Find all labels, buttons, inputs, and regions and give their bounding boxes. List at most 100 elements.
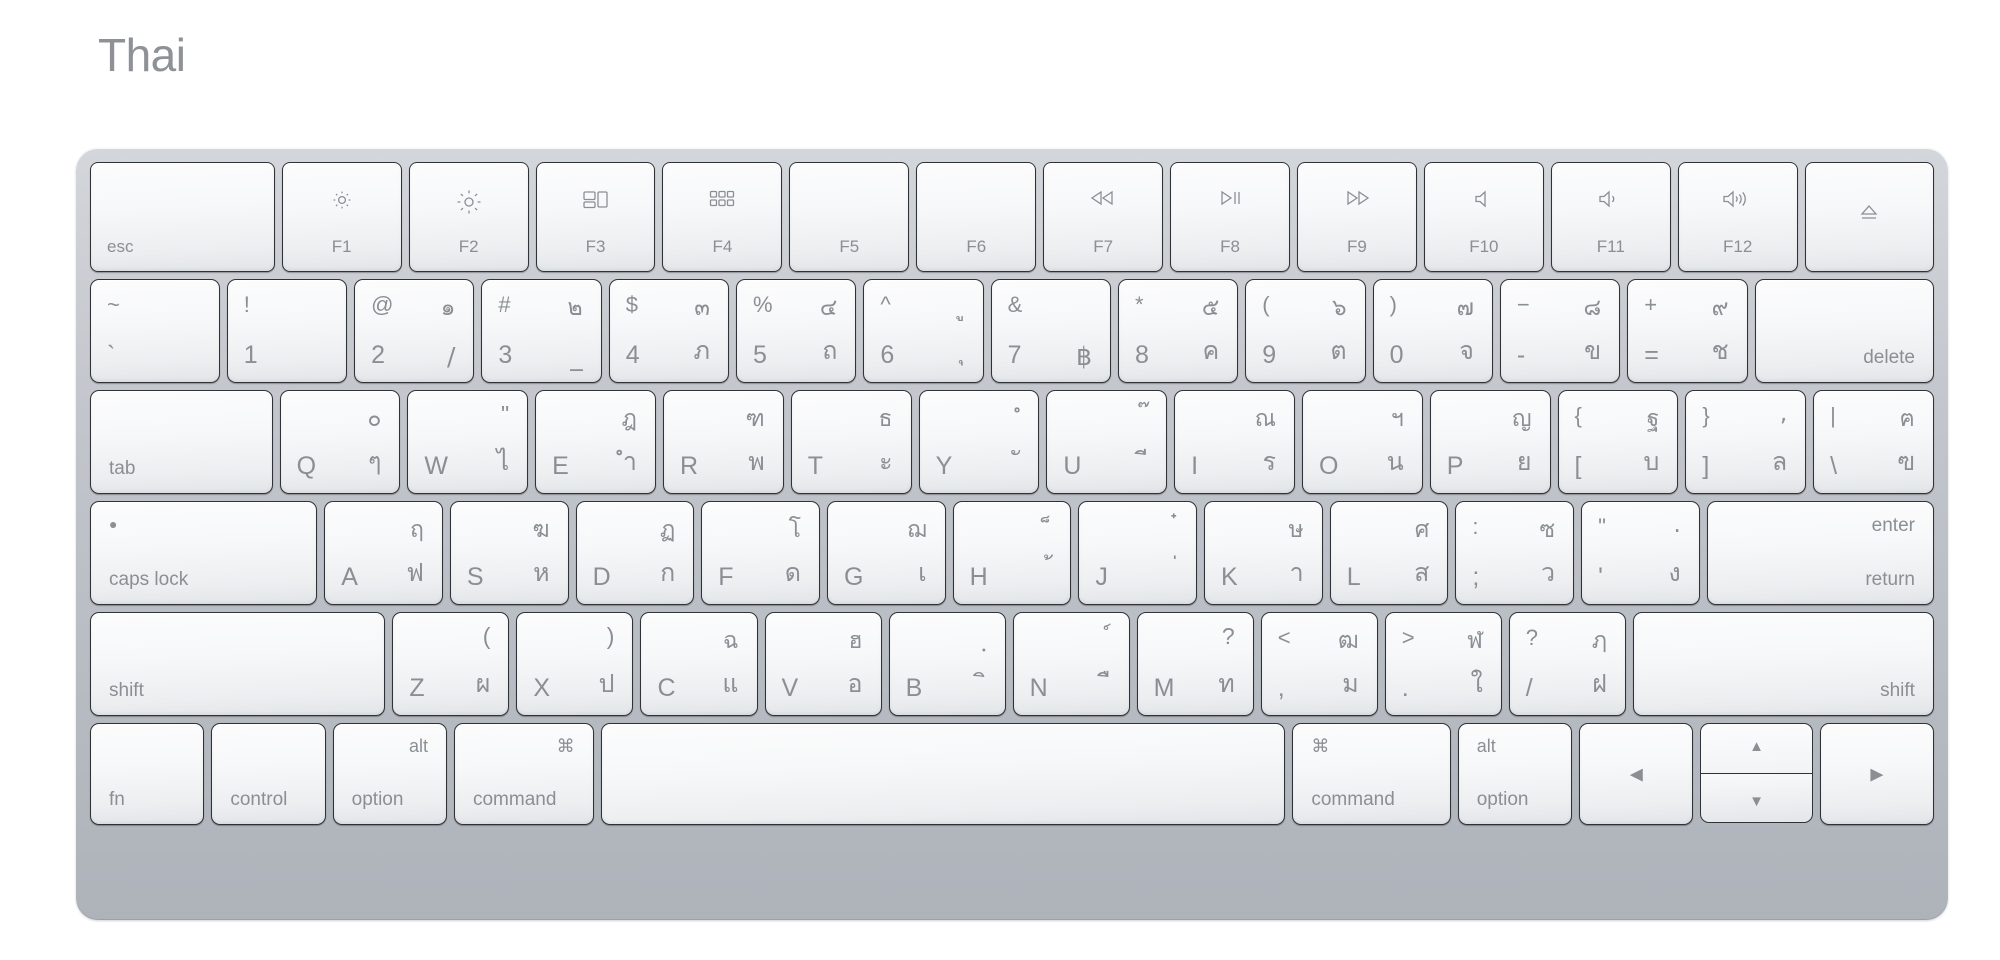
key-comma[interactable]: < ฒ , ม: [1260, 612, 1378, 716]
key-f[interactable]: โ F ด: [701, 501, 820, 605]
key-f1[interactable]: F1: [281, 162, 402, 272]
key-w[interactable]: " W ไ: [407, 390, 529, 494]
key-return[interactable]: enter return: [1706, 501, 1934, 605]
key-g-base: G: [843, 563, 864, 591]
key-5[interactable]: % ๔ 5 ถ: [736, 279, 857, 383]
key-y[interactable]: ํ Y ั: [918, 390, 1040, 494]
key-semicolon[interactable]: : ซ ; ว: [1455, 501, 1575, 605]
key-m[interactable]: ? M ท: [1136, 612, 1254, 716]
key-l-thai-base: ส: [1414, 558, 1430, 587]
key-e[interactable]: ฎ E ำ: [535, 390, 656, 494]
key-p[interactable]: ญ P ย: [1429, 390, 1551, 494]
key-1[interactable]: ! 1: [226, 279, 348, 383]
key-arrow-up[interactable]: ▲: [1700, 723, 1813, 773]
key-5-base: 5: [753, 341, 767, 369]
key-s-thai-base: ห: [533, 558, 550, 587]
key-eject[interactable]: [1804, 162, 1934, 272]
key-fn[interactable]: fn: [90, 723, 205, 825]
key-6[interactable]: ^ ู 6 ุ: [863, 279, 984, 383]
key-0[interactable]: ) ๗ 0 จ: [1372, 279, 1493, 383]
key-shift-left[interactable]: shift: [90, 612, 386, 716]
key-capslock[interactable]: ● caps lock: [90, 501, 318, 605]
key-f10[interactable]: F10: [1423, 162, 1544, 272]
key-bracketright[interactable]: } , ] ล: [1685, 390, 1807, 494]
key-n[interactable]: ์ N ื: [1012, 612, 1130, 716]
key-a[interactable]: ฤ A ฟ: [324, 501, 443, 605]
key-8[interactable]: * ๕ 8 ค: [1117, 279, 1239, 383]
key-option-right-label: option: [1476, 789, 1529, 810]
key-bracketleft[interactable]: { ฐ [ บ: [1557, 390, 1679, 494]
key-space[interactable]: [600, 723, 1286, 825]
key-9[interactable]: ( ๖ 9 ต: [1245, 279, 1366, 383]
key-u[interactable]: ๊ U ี: [1046, 390, 1168, 494]
key-f2[interactable]: F2: [408, 162, 529, 272]
key-i-thai-base: ร: [1262, 447, 1276, 476]
key-f4[interactable]: F4: [662, 162, 783, 272]
key-c[interactable]: ฉ C แ: [640, 612, 758, 716]
key-l[interactable]: ศ L ส: [1329, 501, 1449, 605]
key-b[interactable]: ฺ B ิ: [888, 612, 1006, 716]
key-3[interactable]: # ๒ 3 _: [481, 279, 602, 383]
q-key-row: tab ๐ Q ๆ " W ไ ฎ E ำ ฑ R พ ธ T ะ Y U ณ …: [90, 390, 1934, 494]
key-backslash[interactable]: | ฅ \ ฃ: [1813, 390, 1934, 494]
key-period-thai-shift: ฬ: [1467, 628, 1483, 654]
key-delete[interactable]: delete: [1754, 279, 1934, 383]
key-f7[interactable]: F7: [1043, 162, 1164, 272]
key-y-base: Y: [935, 452, 953, 480]
key-h[interactable]: ็ H ้: [952, 501, 1072, 605]
key-command-right[interactable]: ⌘ command: [1292, 723, 1451, 825]
key-backquote[interactable]: ~ `: [90, 279, 220, 383]
key-quote[interactable]: " . ' ง: [1581, 501, 1700, 605]
key-4[interactable]: $ ๓ 4 ภ: [608, 279, 730, 383]
key-esc[interactable]: esc: [90, 162, 275, 272]
key-q[interactable]: ๐ Q ๆ: [279, 390, 401, 494]
key-r[interactable]: ฑ R พ: [662, 390, 784, 494]
key-slash[interactable]: ? ฦ / ฝ: [1508, 612, 1626, 716]
key-arrow-left[interactable]: ◀: [1579, 723, 1694, 825]
key-k[interactable]: ษ K า: [1204, 501, 1323, 605]
key-p-thai-base: ย: [1516, 447, 1532, 476]
key-command-left[interactable]: ⌘ command: [453, 723, 594, 825]
key-o[interactable]: ฯ O น: [1301, 390, 1423, 494]
key-j[interactable]: ๋ J ่: [1078, 501, 1198, 605]
key-t[interactable]: ธ T ะ: [790, 390, 912, 494]
key-a-thai-shift: ฤ: [409, 517, 424, 543]
key-quote-shift: ": [1598, 514, 1606, 539]
key-f11[interactable]: F11: [1550, 162, 1671, 272]
key-d-thai-base: ก: [660, 558, 676, 587]
key-f8[interactable]: F8: [1170, 162, 1291, 272]
key-period[interactable]: > ฬ . ใ: [1384, 612, 1502, 716]
key-d[interactable]: ฏ D ก: [575, 501, 695, 605]
key-option-right[interactable]: alt option: [1457, 723, 1573, 825]
key-f9[interactable]: F9: [1297, 162, 1417, 272]
brightness-down-icon: [283, 189, 401, 211]
key-x-thai-base: ป: [598, 669, 615, 698]
key-arrow-down[interactable]: ▼: [1700, 773, 1813, 823]
key-f6[interactable]: F6: [916, 162, 1037, 272]
key-x[interactable]: ) X ป: [516, 612, 634, 716]
key-s[interactable]: ฆ S ห: [449, 501, 569, 605]
key-arrow-right[interactable]: ▶: [1819, 723, 1935, 825]
key-tab[interactable]: tab: [90, 390, 273, 494]
mute-icon: [1425, 189, 1543, 209]
key-v[interactable]: ฮ V อ: [764, 612, 882, 716]
key-f-thai-shift: โ: [788, 517, 801, 543]
key-minus[interactable]: − ๘ - ข: [1499, 279, 1621, 383]
key-i[interactable]: ณ I ร: [1174, 390, 1295, 494]
key-control[interactable]: control: [211, 723, 326, 825]
key-tab-label: tab: [109, 458, 136, 479]
key-2-thai-shift: ๑: [440, 295, 456, 321]
key-n-base: N: [1029, 674, 1048, 702]
key-f3[interactable]: F3: [535, 162, 656, 272]
key-f12[interactable]: F12: [1677, 162, 1798, 272]
arrow-down-icon: ▼: [1749, 793, 1764, 810]
key-g[interactable]: ฌ G เ: [826, 501, 946, 605]
key-f5[interactable]: F5: [789, 162, 910, 272]
key-shift-right[interactable]: shift: [1632, 612, 1934, 716]
key-equal[interactable]: + ๙ = ช: [1627, 279, 1748, 383]
key-7[interactable]: & 7 ฿: [990, 279, 1111, 383]
key-f9-label: F9: [1347, 237, 1367, 256]
key-z[interactable]: ( Z ผ: [392, 612, 510, 716]
key-option-left[interactable]: alt option: [332, 723, 447, 825]
key-2[interactable]: @ ๑ 2 /: [354, 279, 475, 383]
